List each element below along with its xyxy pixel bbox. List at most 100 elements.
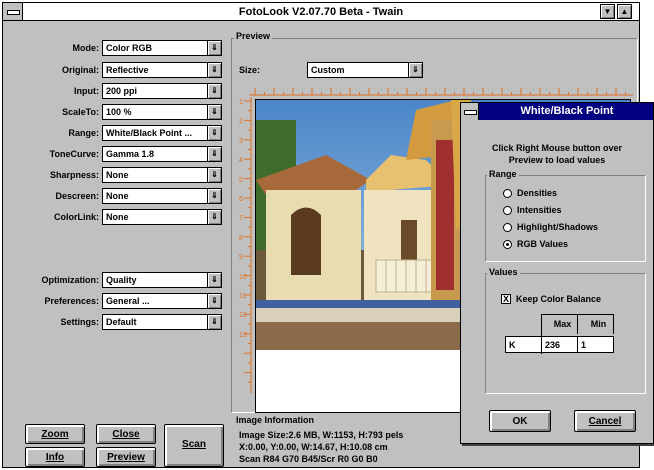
- dropdown-arrow-icon[interactable]: ⇓: [207, 84, 221, 98]
- instruction-line-2: Preview to load values: [508, 155, 606, 165]
- ok-button[interactable]: OK: [489, 410, 551, 432]
- keep-color-balance-checkbox[interactable]: X: [501, 294, 511, 304]
- size-select[interactable]: Custom ⇓: [307, 62, 423, 78]
- dropdown-arrow-icon[interactable]: ⇓: [207, 41, 221, 55]
- ruler-label: 5: [239, 176, 243, 184]
- dropdown-arrow-icon[interactable]: ⇓: [207, 147, 221, 161]
- title-bar: FotoLook V2.07.70 Beta - Twain ▼ ▲: [3, 3, 639, 21]
- minimize-button[interactable]: ▼: [600, 4, 615, 19]
- rgb-values-label[interactable]: RGB Values: [517, 239, 568, 249]
- optimization-value: Quality: [106, 275, 137, 285]
- colorlink-label: ColorLink:: [54, 212, 99, 222]
- ruler-label: 12: [239, 312, 247, 320]
- sharpness-label: Sharpness:: [49, 170, 99, 180]
- instruction-line-1: Click Right Mouse button over: [491, 143, 622, 153]
- descreen-value: None: [106, 191, 129, 201]
- mode-label: Mode:: [72, 43, 100, 53]
- intensities-radio[interactable]: [503, 206, 512, 215]
- table-divider: [577, 314, 578, 334]
- preferences-value: General ...: [106, 296, 150, 306]
- ruler-label: 13: [239, 331, 247, 339]
- densities-label[interactable]: Densities: [517, 188, 557, 198]
- colorlink-value: None: [106, 212, 129, 222]
- ruler-label: 10: [239, 273, 247, 281]
- size-label: Size:: [239, 65, 261, 75]
- ruler-label: 11: [239, 293, 247, 300]
- row-label-k: K: [505, 336, 543, 353]
- optimization-select[interactable]: Quality ⇓: [102, 272, 222, 288]
- dropdown-arrow-icon[interactable]: ⇓: [207, 273, 221, 287]
- densities-radio[interactable]: [503, 189, 512, 198]
- settings-label: Settings:: [60, 317, 99, 327]
- original-label: Original:: [61, 65, 99, 75]
- preferences-select[interactable]: General ... ⇓: [102, 293, 222, 309]
- range-value: White/Black Point ...: [106, 128, 193, 138]
- highlight-shadows-label[interactable]: Highlight/Shadows: [517, 222, 598, 232]
- dialog-system-menu-button[interactable]: [461, 103, 479, 120]
- range-select[interactable]: White/Black Point ... ⇓: [102, 125, 222, 141]
- original-select[interactable]: Reflective ⇓: [102, 62, 222, 78]
- ruler-label: 1: [239, 99, 243, 106]
- descreen-select[interactable]: None ⇓: [102, 188, 222, 204]
- dropdown-arrow-icon[interactable]: ⇓: [207, 210, 221, 224]
- tonecurve-select[interactable]: Gamma 1.8 ⇓: [102, 146, 222, 162]
- dropdown-arrow-icon[interactable]: ⇓: [207, 294, 221, 308]
- min-column-header: Min: [579, 316, 615, 333]
- max-value-field[interactable]: 236: [541, 336, 578, 353]
- settings-value: Default: [106, 317, 137, 327]
- close-button[interactable]: Close: [96, 424, 156, 444]
- range-label: Range:: [68, 128, 99, 138]
- keep-color-balance-label[interactable]: Keep Color Balance: [516, 294, 601, 304]
- dialog-title-bar: White/Black Point: [461, 103, 653, 120]
- preview-button[interactable]: Preview: [96, 447, 156, 467]
- scaleto-select[interactable]: 100 % ⇓: [102, 104, 222, 120]
- dialog-title: White/Black Point: [520, 105, 614, 117]
- maximize-button[interactable]: ▲: [617, 4, 632, 19]
- dropdown-arrow-icon[interactable]: ⇓: [207, 315, 221, 329]
- white-black-point-dialog: White/Black Point Click Right Mouse butt…: [460, 102, 654, 444]
- ruler-label: 9: [239, 254, 243, 262]
- optimization-label: Optimization:: [41, 275, 100, 285]
- min-value-field[interactable]: 1: [577, 336, 614, 353]
- sharpness-select[interactable]: None ⇓: [102, 167, 222, 183]
- preview-heading: Preview: [234, 31, 273, 41]
- dropdown-arrow-icon[interactable]: ⇓: [207, 126, 221, 140]
- values-heading: Values: [487, 267, 520, 277]
- zoom-button[interactable]: Zoom: [25, 424, 85, 444]
- image-size-text: Image Size:2.6 MB, W:1153, H:793 pels: [239, 430, 404, 440]
- ruler-label: 2: [239, 118, 243, 126]
- range-heading: Range: [487, 169, 519, 179]
- cancel-button[interactable]: Cancel: [574, 410, 636, 432]
- values-group: [485, 273, 645, 393]
- table-divider: [541, 314, 614, 315]
- settings-select[interactable]: Default ⇓: [102, 314, 222, 330]
- intensities-label[interactable]: Intensities: [517, 205, 562, 215]
- dropdown-arrow-icon[interactable]: ⇓: [408, 63, 422, 77]
- size-value: Custom: [311, 65, 345, 75]
- mode-value: Color RGB: [106, 43, 152, 53]
- image-info-heading: Image Information: [236, 415, 315, 425]
- dropdown-arrow-icon[interactable]: ⇓: [207, 189, 221, 203]
- rgb-values-radio[interactable]: [503, 240, 512, 249]
- scan-button[interactable]: Scan: [164, 424, 224, 467]
- scaleto-value: 100 %: [106, 107, 132, 117]
- dropdown-arrow-icon[interactable]: ⇓: [207, 168, 221, 182]
- dropdown-arrow-icon[interactable]: ⇓: [207, 105, 221, 119]
- colorlink-select[interactable]: None ⇓: [102, 209, 222, 225]
- info-button[interactable]: Info: [25, 447, 85, 467]
- max-column-header: Max: [543, 316, 579, 333]
- ruler-label: 7: [239, 215, 243, 223]
- top-ruler: [249, 88, 633, 96]
- input-label: Input:: [74, 86, 99, 96]
- highlight-shadows-radio[interactable]: [503, 223, 512, 232]
- ruler-label: 8: [239, 234, 243, 242]
- scaleto-label: ScaleTo:: [62, 107, 99, 117]
- input-select[interactable]: 200 ppi ⇓: [102, 83, 222, 99]
- mode-select[interactable]: Color RGB ⇓: [102, 40, 222, 56]
- scan-values-text: Scan R84 G70 B45/Scr R0 G0 B0: [239, 454, 378, 464]
- tonecurve-value: Gamma 1.8: [106, 149, 155, 159]
- input-value: 200 ppi: [106, 86, 138, 96]
- original-value: Reflective: [106, 65, 149, 75]
- dropdown-arrow-icon[interactable]: ⇓: [207, 63, 221, 77]
- table-divider: [613, 314, 614, 334]
